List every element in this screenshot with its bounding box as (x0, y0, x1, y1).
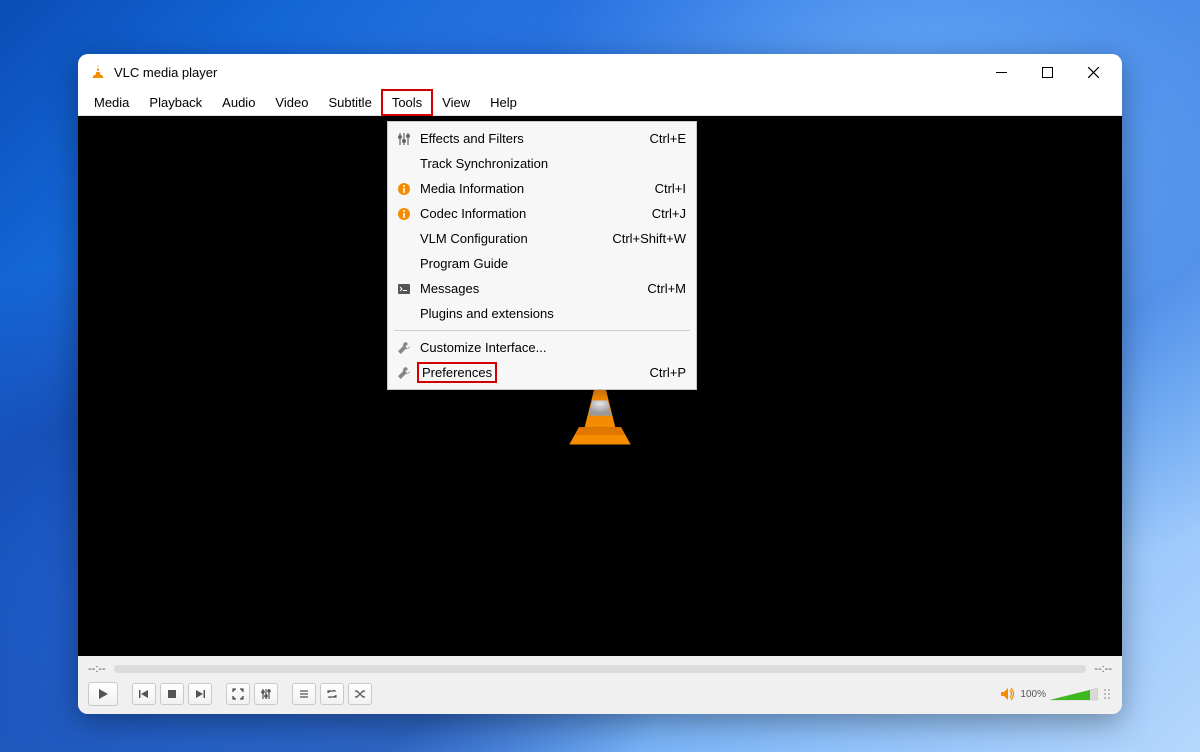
menu-subtitle[interactable]: Subtitle (318, 90, 381, 115)
total-time: --:-- (1094, 663, 1112, 675)
menu-messages[interactable]: Messages Ctrl+M (388, 276, 696, 301)
menu-preferences[interactable]: Preferences Ctrl+P (388, 360, 696, 385)
window-controls (978, 56, 1116, 88)
volume-slider[interactable] (1050, 686, 1098, 702)
seek-bar[interactable] (114, 665, 1087, 673)
menu-effects-and-filters[interactable]: Effects and Filters Ctrl+E (388, 126, 696, 151)
elapsed-time: --:-- (88, 663, 106, 675)
menu-separator (394, 330, 690, 331)
stop-button[interactable] (160, 683, 184, 705)
menu-help[interactable]: Help (480, 90, 527, 115)
menu-plugins-and-extensions[interactable]: Plugins and extensions (388, 301, 696, 326)
tools-dropdown: Effects and Filters Ctrl+E Track Synchro… (387, 121, 697, 390)
terminal-icon (394, 281, 414, 297)
minimize-button[interactable] (978, 56, 1024, 88)
wrench-icon (394, 365, 414, 381)
menu-media-information[interactable]: Media Information Ctrl+I (388, 176, 696, 201)
menu-track-synchronization[interactable]: Track Synchronization (388, 151, 696, 176)
grip-icon (1102, 685, 1112, 703)
close-button[interactable] (1070, 56, 1116, 88)
menu-codec-information[interactable]: Codec Information Ctrl+J (388, 201, 696, 226)
playlist-button[interactable] (292, 683, 316, 705)
fullscreen-button[interactable] (226, 683, 250, 705)
app-title: VLC media player (114, 65, 217, 80)
loop-button[interactable] (320, 683, 344, 705)
previous-button[interactable] (132, 683, 156, 705)
info-icon (394, 206, 414, 222)
titlebar: VLC media player (78, 54, 1122, 90)
next-button[interactable] (188, 683, 212, 705)
menu-vlm-configuration[interactable]: VLM Configuration Ctrl+Shift+W (388, 226, 696, 251)
volume-block: 100% (1000, 685, 1112, 703)
menu-media[interactable]: Media (84, 90, 139, 115)
controls-bar: --:-- --:-- (78, 656, 1122, 714)
menu-program-guide[interactable]: Program Guide (388, 251, 696, 276)
vlc-cone-icon (90, 64, 106, 80)
maximize-button[interactable] (1024, 56, 1070, 88)
volume-percentage: 100% (1020, 689, 1046, 700)
info-icon (394, 181, 414, 197)
menu-video[interactable]: Video (265, 90, 318, 115)
speaker-icon[interactable] (1000, 686, 1016, 702)
extended-settings-button[interactable] (254, 683, 278, 705)
wrench-icon (394, 340, 414, 356)
shuffle-button[interactable] (348, 683, 372, 705)
menu-playback[interactable]: Playback (139, 90, 212, 115)
menubar: Media Playback Audio Video Subtitle Tool… (78, 90, 1122, 116)
sliders-icon (394, 131, 414, 147)
menu-customize-interface[interactable]: Customize Interface... (388, 335, 696, 360)
play-button[interactable] (88, 682, 118, 706)
menu-audio[interactable]: Audio (212, 90, 265, 115)
menu-tools[interactable]: Tools (382, 90, 432, 115)
menu-view[interactable]: View (432, 90, 480, 115)
